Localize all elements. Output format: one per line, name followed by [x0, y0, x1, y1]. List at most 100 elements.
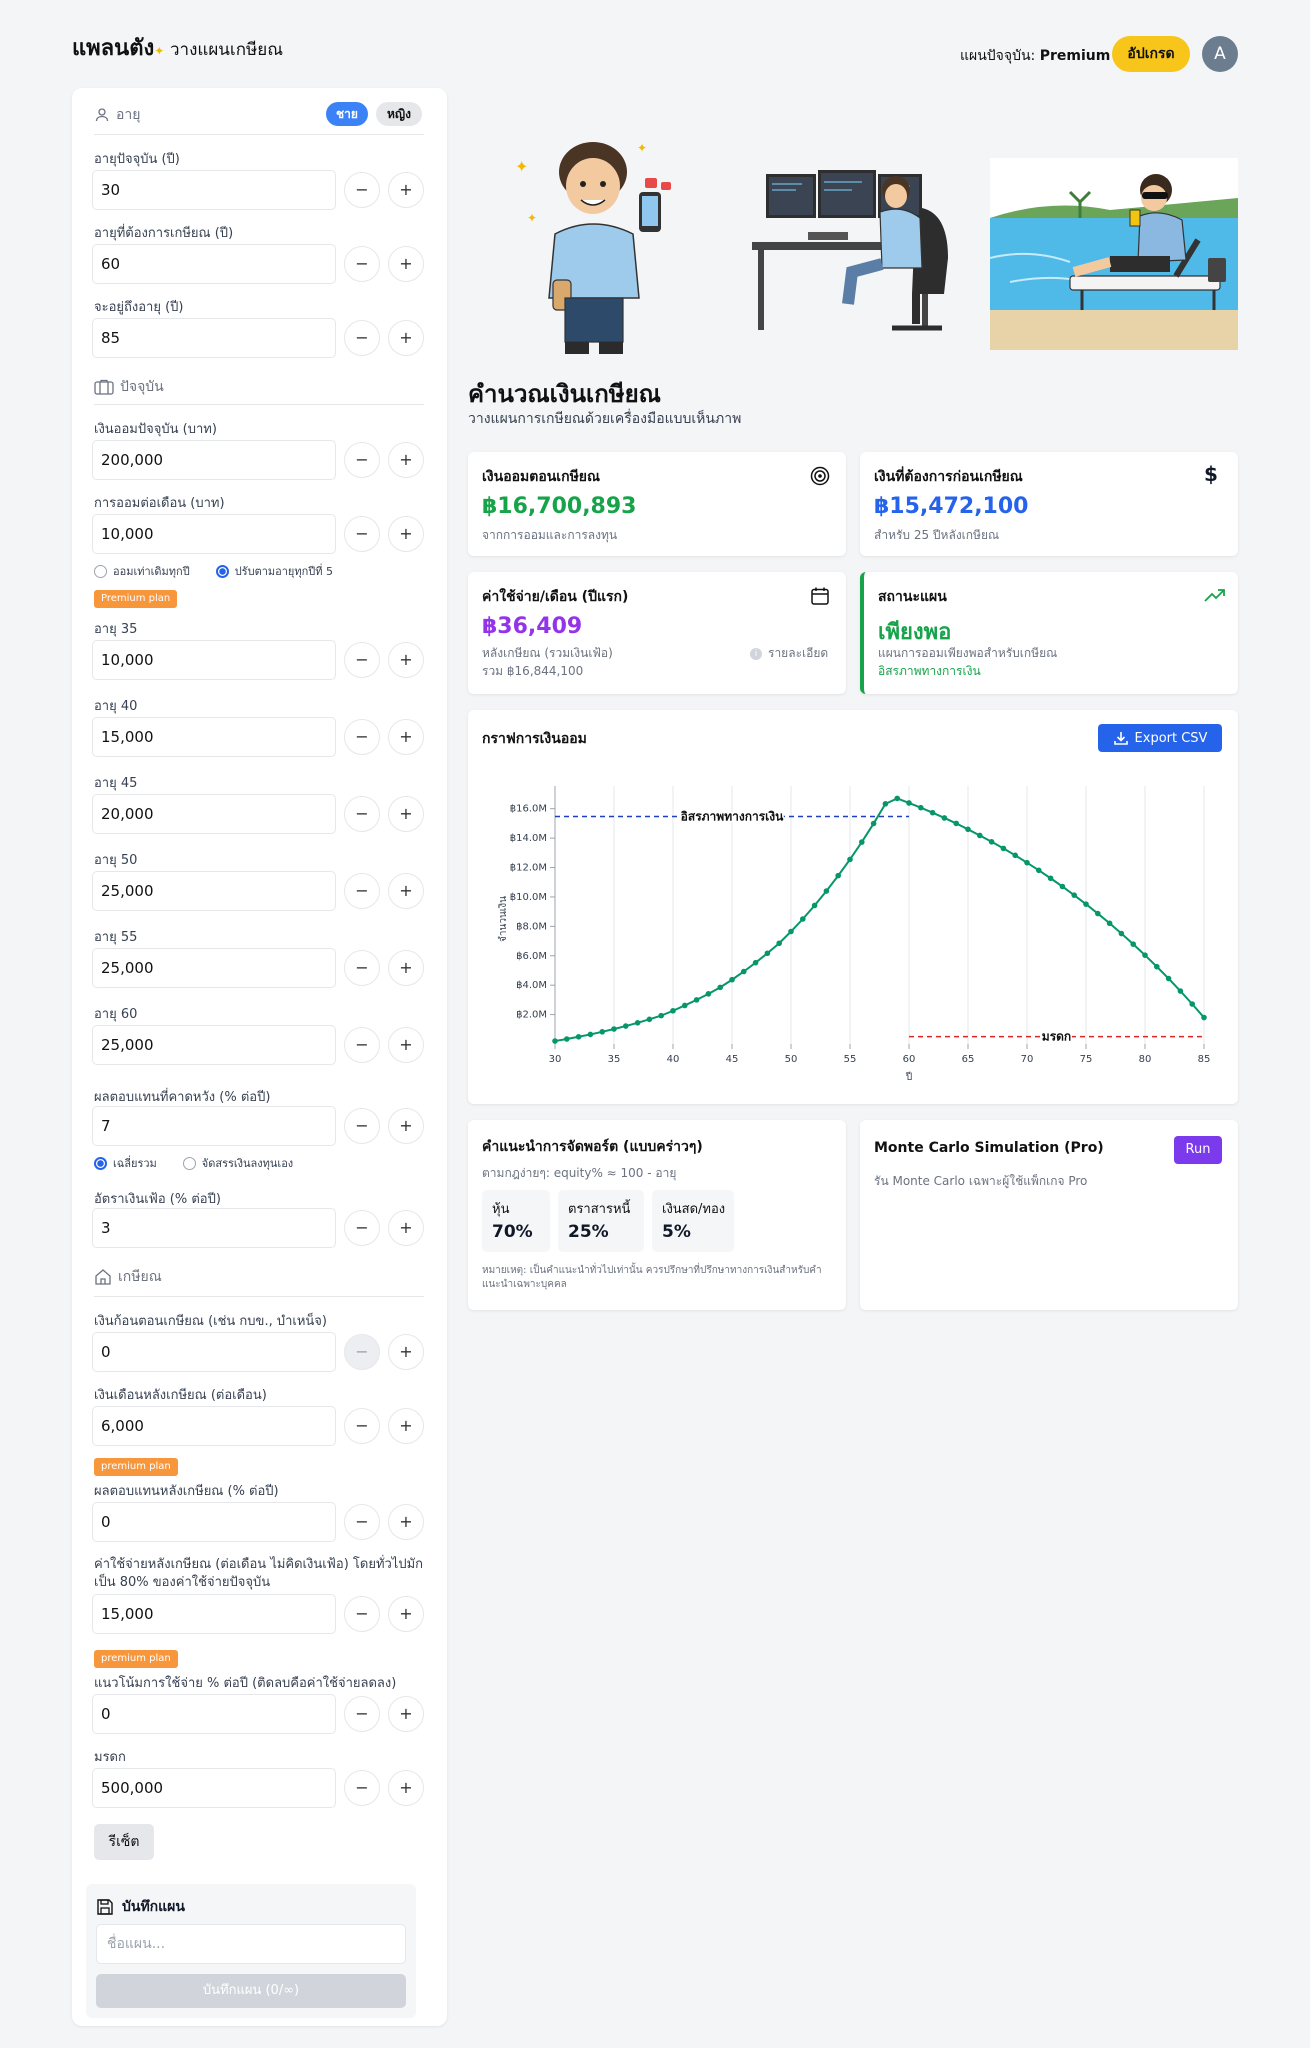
radio-same[interactable] [94, 564, 107, 578]
gender-male-button[interactable]: ชาย [326, 102, 368, 126]
retire-age-input[interactable]: 60 [92, 244, 336, 284]
life-age-label: จะอยู่ถึงอายุ (ปี) [94, 300, 184, 315]
step-amount-increment[interactable]: + [388, 950, 424, 986]
step-age-label: อายุ 55 [94, 930, 138, 945]
card-retirement-savings: เงินออมตอนเกษียณ ฿16,700,893 จากการออมแล… [468, 452, 846, 556]
life-age-input[interactable]: 85 [92, 318, 336, 358]
monthly-saving-decrement[interactable]: − [344, 516, 380, 552]
data-point [953, 820, 959, 827]
card-monthly-expense: ค่าใช้จ่าย/เดือน (ปีแรก) ฿36,409 หลังเกษ… [468, 572, 846, 694]
save-plan-button[interactable]: บันทึกแผน (0/∞) [96, 1974, 406, 2008]
avatar[interactable]: A [1202, 36, 1238, 72]
inflation-input[interactable]: 3 [92, 1208, 336, 1248]
reset-button[interactable]: รีเซ็ต [94, 1824, 154, 1860]
retire-expense-increment[interactable]: + [388, 1596, 424, 1632]
export-csv-button[interactable]: Export CSV [1098, 724, 1222, 752]
step-amount-input[interactable]: 15,000 [92, 717, 336, 757]
step-amount-decrement[interactable]: − [344, 1027, 380, 1063]
data-point [682, 1002, 688, 1009]
floppy-disk-icon [97, 1899, 113, 1915]
card-value: ฿36,409 [482, 614, 583, 639]
step-amount-input[interactable]: 25,000 [92, 1025, 336, 1065]
legacy-decrement[interactable]: − [344, 1770, 380, 1806]
lump-sum-input[interactable]: 0 [92, 1332, 336, 1372]
spending-trend-input[interactable]: 0 [92, 1694, 336, 1734]
savings-decrement[interactable]: − [344, 442, 380, 478]
details-link[interactable]: i รายละเอียด [750, 644, 828, 663]
post-return-increment[interactable]: + [388, 1504, 424, 1540]
return-decrement[interactable]: − [344, 1108, 380, 1144]
legacy-increment[interactable]: + [388, 1770, 424, 1806]
current-age-label: อายุปัจจุบัน (ปี) [94, 152, 180, 167]
lump-sum-label: เงินก้อนตอนเกษียณ (เช่น กบข., บำเหน็จ) [94, 1314, 327, 1329]
post-return-input[interactable]: 0 [92, 1502, 336, 1542]
step-amount-decrement[interactable]: − [344, 642, 380, 678]
radio-self-allocate[interactable] [182, 1156, 196, 1170]
retire-expense-decrement[interactable]: − [344, 1596, 380, 1632]
x-tick-label: 60 [903, 1054, 916, 1065]
legacy-label: มรดก [94, 1750, 126, 1765]
run-simulation-button[interactable]: Run [1174, 1136, 1222, 1164]
step-amount-increment[interactable]: + [388, 796, 424, 832]
step-amount-input[interactable]: 25,000 [92, 871, 336, 911]
monthly-saving-input[interactable]: 10,000 [92, 514, 336, 554]
step-amount-input[interactable]: 20,000 [92, 794, 336, 834]
current-age-increment[interactable]: + [388, 172, 424, 208]
gender-female-button[interactable]: หญิง [376, 102, 422, 126]
pension-input[interactable]: 6,000 [92, 1406, 336, 1446]
inflation-increment[interactable]: + [388, 1210, 424, 1246]
data-point [1095, 910, 1101, 917]
monthly-saving-increment[interactable]: + [388, 516, 424, 552]
user-icon [95, 108, 109, 122]
premium-badge: premium plan [94, 1650, 178, 1668]
step-amount-increment[interactable]: + [388, 873, 424, 909]
data-point [611, 1026, 617, 1032]
step-amount-increment[interactable]: + [388, 1027, 424, 1063]
spending-trend-increment[interactable]: + [388, 1696, 424, 1732]
savings-series-line [554, 797, 1205, 1043]
lump-sum-decrement[interactable]: − [344, 1334, 380, 1370]
step-amount-input[interactable]: 10,000 [92, 640, 336, 680]
return-increment[interactable]: + [388, 1108, 424, 1144]
inflation-label: อัตราเงินเฟ้อ (% ต่อปี) [94, 1192, 221, 1207]
portfolio-title: คำแนะนำการจัดพอร์ต (แบบคร่าวๆ) [482, 1139, 703, 1155]
data-point [1047, 875, 1054, 882]
upgrade-button[interactable]: อัปเกรด [1112, 36, 1190, 72]
step-amount-increment[interactable]: + [388, 642, 424, 678]
savings-line-chart: 30 35 40 45 50 55 60 65 70 75 80 85 ฿2.0M ฿4.0M ฿6.0M ฿… [498, 786, 1210, 1083]
step-amount-decrement[interactable]: − [344, 873, 380, 909]
plan-name-input[interactable]: ชื่อแผน... [96, 1924, 406, 1964]
app-logo[interactable]: แพลนตัง✦ [72, 30, 164, 65]
inflation-decrement[interactable]: − [344, 1210, 380, 1246]
step-amount-decrement[interactable]: − [344, 796, 380, 832]
retire-age-decrement[interactable]: − [344, 246, 380, 282]
step-amount-decrement[interactable]: − [344, 719, 380, 755]
step-age-label: อายุ 35 [94, 622, 138, 637]
pension-increment[interactable]: + [388, 1408, 424, 1444]
radio-adjust[interactable] [215, 564, 229, 578]
savings-input[interactable]: 200,000 [92, 440, 336, 480]
download-icon [1113, 732, 1128, 745]
life-age-increment[interactable]: + [388, 320, 424, 356]
card-title: สถานะแผน [878, 589, 947, 605]
step-amount-input[interactable]: 25,000 [92, 948, 336, 988]
retire-expense-input[interactable]: 15,000 [92, 1594, 336, 1634]
spending-trend-decrement[interactable]: − [344, 1696, 380, 1732]
savings-increment[interactable]: + [388, 442, 424, 478]
current-age-input[interactable]: 30 [92, 170, 336, 210]
return-input[interactable]: 7 [92, 1106, 336, 1146]
illustration-young-man-phone: ✦ ✦ ✦ [515, 141, 671, 354]
pension-decrement[interactable]: − [344, 1408, 380, 1444]
briefcase-icon [94, 379, 114, 395]
data-point [965, 826, 971, 833]
legacy-input[interactable]: 500,000 [92, 1768, 336, 1808]
step-amount-decrement[interactable]: − [344, 950, 380, 986]
current-age-decrement[interactable]: − [344, 172, 380, 208]
lump-sum-increment[interactable]: + [388, 1334, 424, 1370]
radio-average[interactable] [94, 1156, 107, 1170]
retire-age-increment[interactable]: + [388, 246, 424, 282]
y-axis-label: จำนวนเงิน [498, 896, 509, 942]
post-return-decrement[interactable]: − [344, 1504, 380, 1540]
life-age-decrement[interactable]: − [344, 320, 380, 356]
step-amount-increment[interactable]: + [388, 719, 424, 755]
